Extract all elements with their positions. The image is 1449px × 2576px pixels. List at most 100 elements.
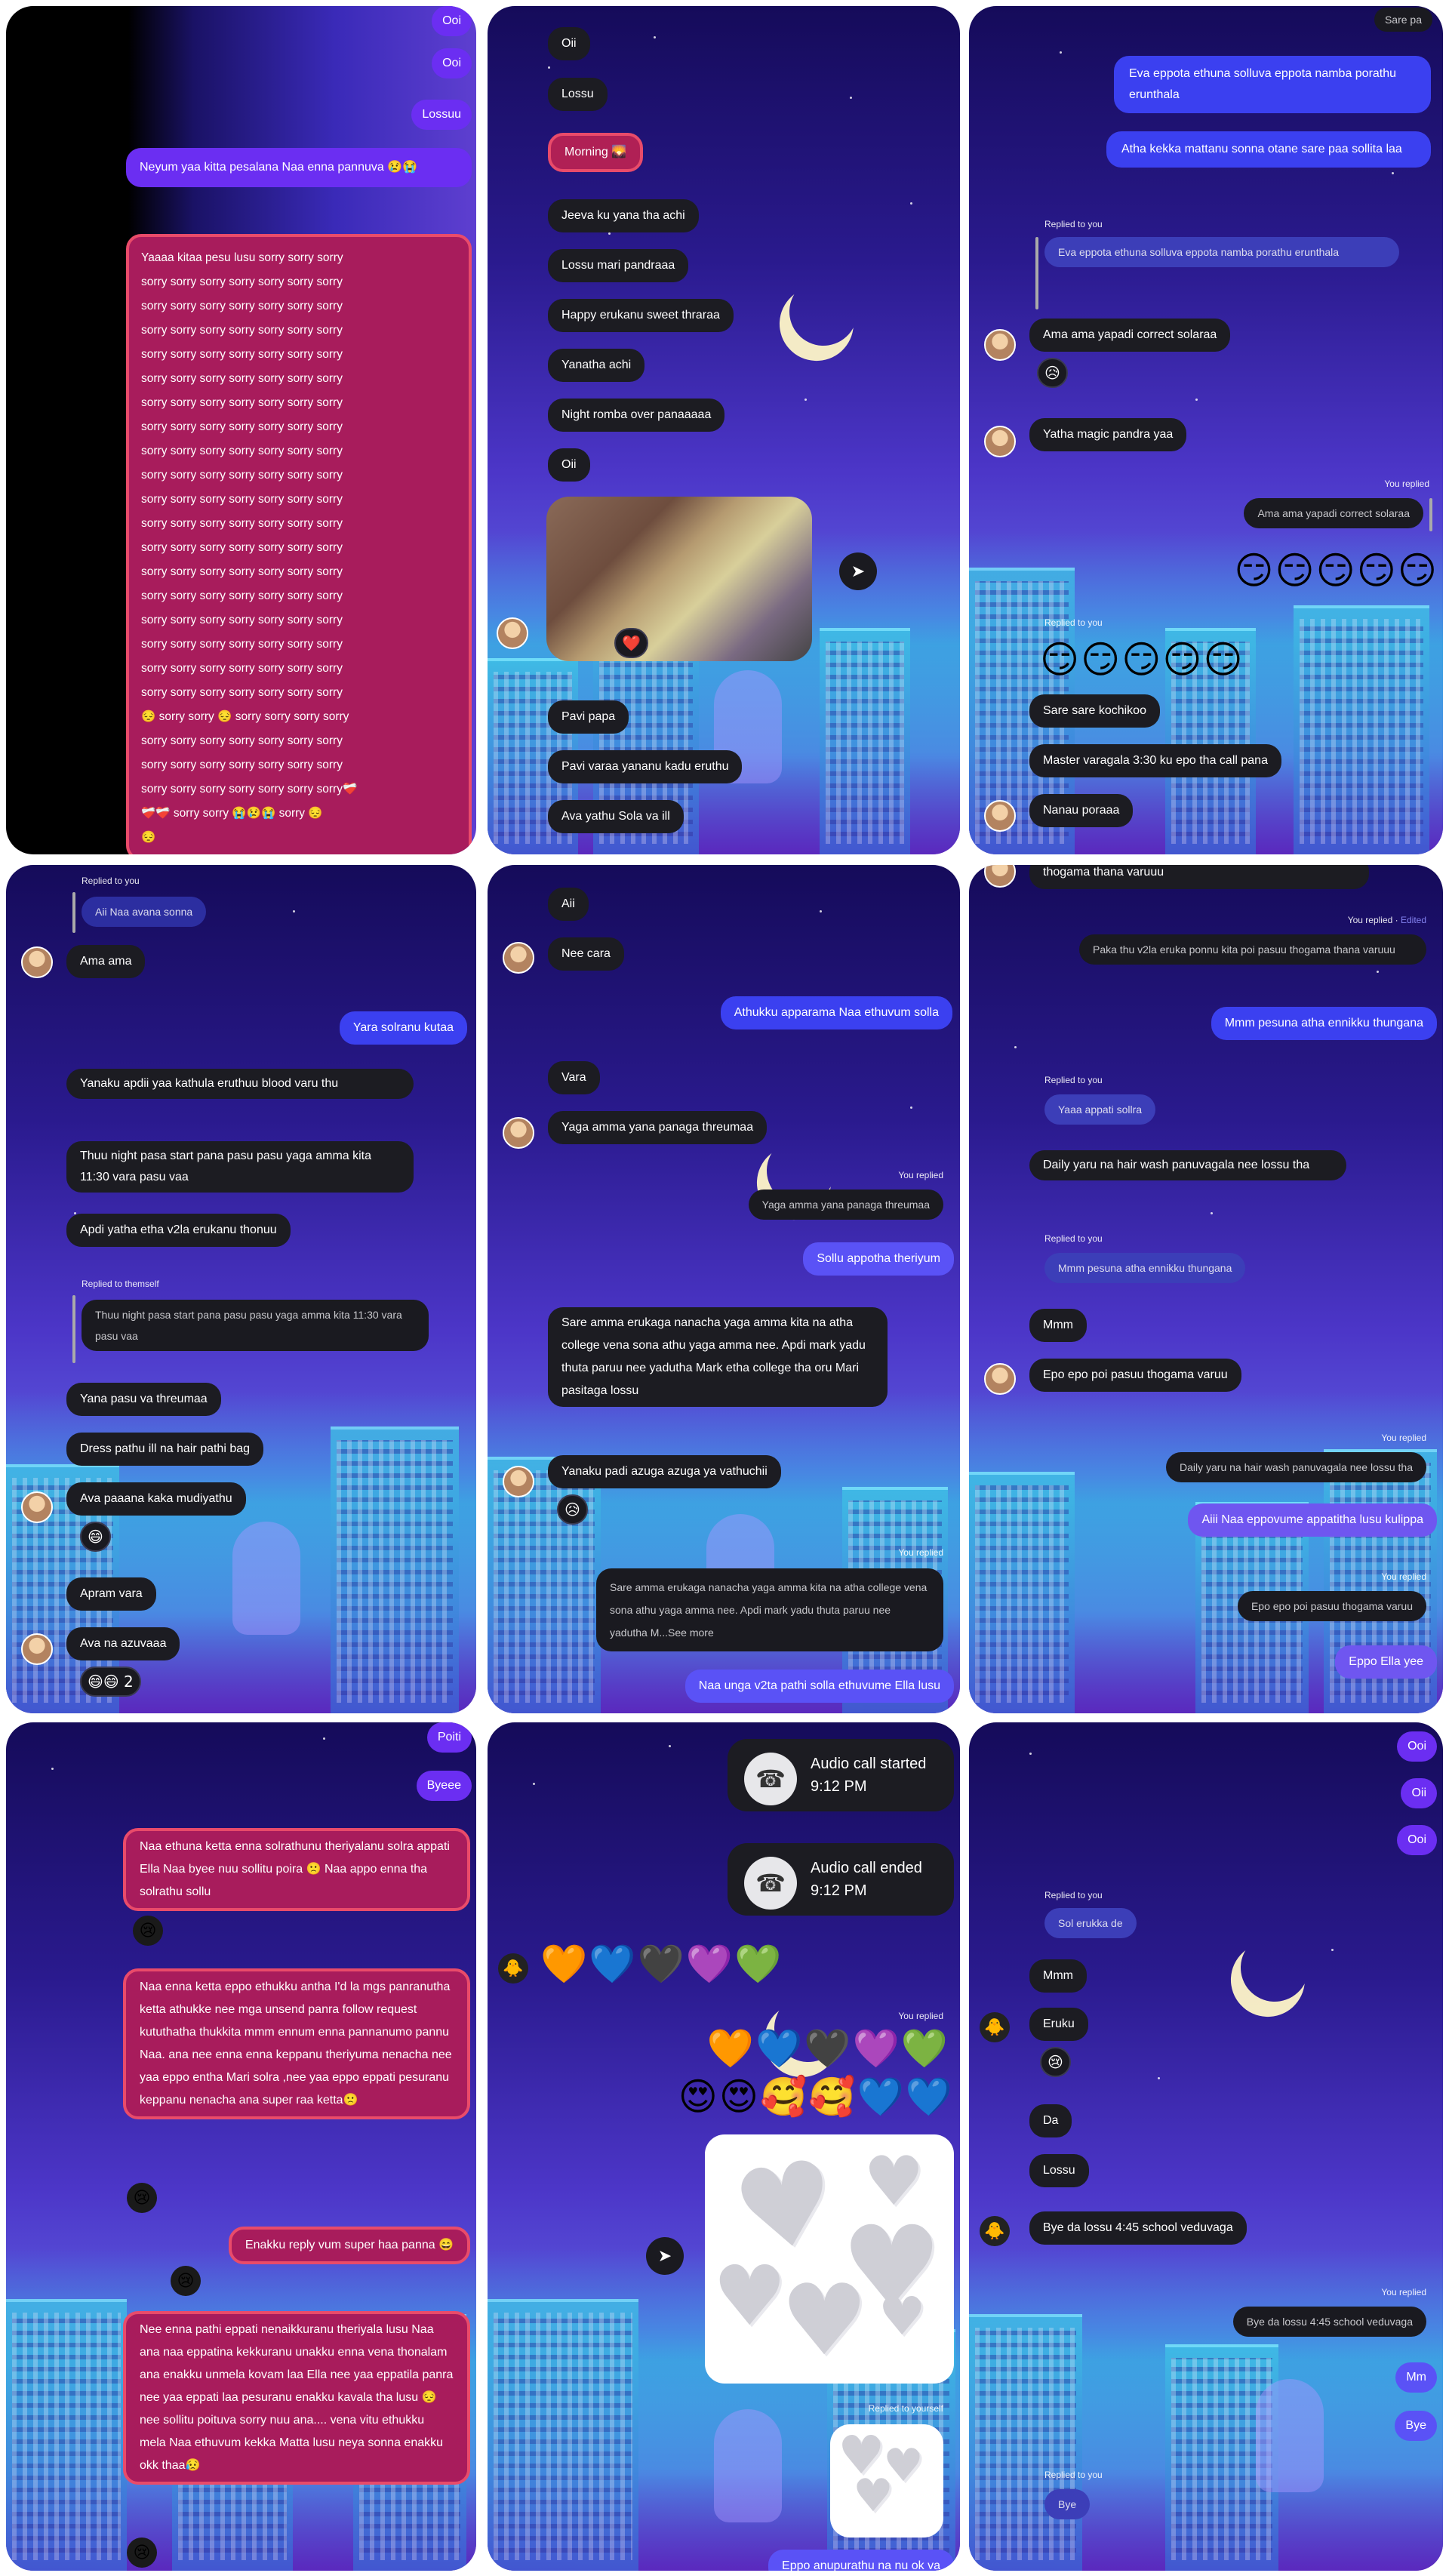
- message-bubble[interactable]: Yara solranu kutaa: [339, 1011, 467, 1045]
- message-bubble[interactable]: Ooi: [1397, 1731, 1437, 1762]
- heart-sticker-small[interactable]: ♥ ♥ ♥: [830, 2424, 943, 2538]
- message-bubble[interactable]: Sare pa: [1374, 8, 1432, 32]
- reaction-avatar[interactable]: 😢: [133, 1916, 163, 1946]
- message-bubble[interactable]: Athukku apparama Naa ethuvum solla: [720, 996, 952, 1029]
- message-bubble[interactable]: Naa ethuna ketta enna solrathunu theriya…: [123, 1828, 470, 1911]
- quoted-message[interactable]: Sol erukka de: [1044, 1908, 1137, 1938]
- message-bubble[interactable]: Poiti: [426, 1722, 472, 1753]
- quoted-message[interactable]: Bye da lossu 4:45 school veduvaga: [1232, 2307, 1426, 2337]
- message-bubble[interactable]: Night romba over panaaaaa: [548, 399, 725, 432]
- message-bubble[interactable]: Lossu: [548, 78, 608, 111]
- message-bubble[interactable]: Eruku: [1029, 2008, 1088, 2041]
- message-bubble[interactable]: Apdi yatha etha v2la erukanu thonuu: [66, 1214, 291, 1247]
- avatar[interactable]: 🐥: [980, 2012, 1010, 2042]
- reaction[interactable]: 😥: [1037, 358, 1068, 388]
- message-bubble[interactable]: Ava paaana kaka mudiyathu: [66, 1482, 246, 1516]
- quoted-message[interactable]: Epo epo poi pasuu thogama varuu: [1237, 1591, 1426, 1621]
- heart-sticker[interactable]: ♥ ♥ ♥ ♥ ♥ ♥: [705, 2134, 954, 2384]
- message-bubble[interactable]: Morning 🌄: [548, 133, 644, 172]
- message-bubble[interactable]: Sollu appotha theriyum: [803, 1242, 954, 1276]
- avatar[interactable]: [503, 1466, 534, 1497]
- message-bubble[interactable]: Sare amma erukaga nanacha yaga amma kita…: [548, 1307, 888, 1407]
- message-bubble[interactable]: Daily yaru na hair wash panuvagala nee l…: [1029, 1150, 1346, 1180]
- message-bubble[interactable]: Mm: [1395, 2362, 1437, 2393]
- message-bubble[interactable]: Bye: [1395, 2411, 1437, 2441]
- reaction-avatar[interactable]: 😢: [171, 2266, 201, 2296]
- reaction[interactable]: 😥: [557, 1494, 588, 1525]
- reaction[interactable]: 😄😄 2: [80, 1667, 141, 1697]
- message-bubble[interactable]: Eva eppota ethuna solluva eppota namba p…: [1114, 56, 1431, 113]
- message-bubble[interactable]: Ama ama yapadi correct solaraa: [1029, 319, 1231, 352]
- shared-photo[interactable]: [546, 497, 812, 661]
- message-bubble[interactable]: Aii: [548, 888, 589, 921]
- message-bubble[interactable]: Oii: [548, 27, 590, 60]
- message-bubble[interactable]: Ava yathu Sola va ill: [548, 800, 684, 833]
- quoted-message[interactable]: Aii Naa avana sonna: [82, 897, 207, 927]
- message-bubble[interactable]: thogama thana varuuu: [1029, 865, 1369, 889]
- message-bubble[interactable]: Neyum yaa kitta pesalana Naa enna pannuv…: [126, 148, 472, 187]
- emoji-message[interactable]: 😏😏😏😏😏: [1040, 637, 1244, 682]
- avatar[interactable]: [21, 1491, 53, 1523]
- message-bubble[interactable]: Mmm: [1029, 1309, 1087, 1342]
- avatar[interactable]: 🐥: [980, 2216, 1010, 2246]
- reaction[interactable]: 😢: [1040, 2047, 1071, 2077]
- reaction-avatar[interactable]: 😢: [127, 2538, 157, 2568]
- call-started-card[interactable]: ☎ Audio call started 9:12 PM: [728, 1739, 954, 1811]
- emoji-message[interactable]: 😏😏😏😏😏: [1234, 548, 1438, 593]
- call-ended-card[interactable]: ☎ Audio call ended 9:12 PM: [728, 1843, 954, 1916]
- message-bubble[interactable]: Thuu night pasa start pana pasu pasu yag…: [66, 1141, 414, 1193]
- quoted-message[interactable]: Mmm pesuna atha ennikku thungana: [1044, 1253, 1246, 1283]
- reaction[interactable]: 😄: [80, 1522, 111, 1552]
- message-bubble[interactable]: Happy erukanu sweet thraraa: [548, 299, 734, 332]
- message-bubble[interactable]: Sare sare kochikoo: [1029, 694, 1160, 728]
- avatar[interactable]: [984, 1363, 1016, 1395]
- message-bubble[interactable]: Bye da lossu 4:45 school veduvaga: [1029, 2211, 1247, 2245]
- quoted-message[interactable]: Eva eppota ethuna solluva eppota namba p…: [1044, 237, 1399, 267]
- message-bubble[interactable]: Lossuu: [411, 100, 472, 130]
- message-bubble[interactable]: Eppo Ella yee: [1335, 1645, 1437, 1679]
- message-bubble[interactable]: Yaga amma yana panaga threumaa: [548, 1111, 768, 1144]
- message-bubble[interactable]: Lossu mari pandraaa: [548, 249, 689, 282]
- message-bubble-sorry[interactable]: Yaaaa kitaa pesu lusu sorry sorry sorry …: [126, 234, 472, 854]
- message-bubble[interactable]: Epo epo poi pasuu thogama varuu: [1029, 1359, 1241, 1392]
- message-bubble[interactable]: Mmm: [1029, 1959, 1087, 1993]
- message-bubble[interactable]: Eppo anupurathu na nu ok va: [768, 2550, 954, 2571]
- quoted-message[interactable]: Yaaa appati sollra: [1044, 1094, 1156, 1125]
- message-bubble[interactable]: Naa enna ketta eppo ethukku antha I'd la…: [123, 1968, 470, 2119]
- message-bubble[interactable]: Yatha magic pandra yaa: [1029, 418, 1187, 451]
- avatar[interactable]: [21, 1633, 53, 1665]
- quoted-message[interactable]: Bye: [1044, 2489, 1091, 2519]
- message-bubble[interactable]: Naa unga v2ta pathi solla ethuvume Ella …: [685, 1670, 954, 1703]
- message-bubble[interactable]: Yanaku apdii yaa kathula eruthuu blood v…: [66, 1069, 414, 1099]
- quoted-message[interactable]: Sare amma erukaga nanacha yaga amma kita…: [596, 1568, 943, 1651]
- message-bubble[interactable]: Ava na azuvaaa: [66, 1627, 180, 1660]
- quoted-message[interactable]: Thuu night pasa start pana pasu pasu yag…: [82, 1300, 429, 1351]
- message-bubble[interactable]: Jeeva ku yana tha achi: [548, 199, 699, 232]
- avatar[interactable]: [984, 865, 1016, 888]
- share-icon[interactable]: ➤: [646, 2237, 684, 2275]
- quoted-message[interactable]: Daily yaru na hair wash panuvagala nee l…: [1166, 1452, 1426, 1482]
- message-bubble[interactable]: Ooi: [432, 48, 472, 78]
- message-bubble[interactable]: Oii: [548, 448, 590, 482]
- message-bubble[interactable]: Oii: [1401, 1778, 1437, 1808]
- message-bubble[interactable]: Nanau poraaa: [1029, 794, 1134, 827]
- message-bubble[interactable]: Ooi: [1397, 1825, 1437, 1855]
- quoted-message[interactable]: Yaga amma yana panaga threumaa: [748, 1190, 943, 1220]
- message-bubble[interactable]: Aiii Naa eppovume appatitha lusu kulippa: [1188, 1503, 1437, 1537]
- message-bubble[interactable]: Byeee: [416, 1771, 472, 1801]
- avatar[interactable]: [21, 946, 53, 978]
- message-bubble[interactable]: Ama ama: [66, 945, 146, 978]
- avatar[interactable]: [503, 942, 534, 974]
- message-bubble[interactable]: Yanatha achi: [548, 349, 645, 382]
- message-bubble[interactable]: Nee enna pathi eppati nenaikkuranu theri…: [123, 2311, 470, 2485]
- message-bubble[interactable]: Ooi: [432, 6, 472, 36]
- message-bubble[interactable]: Master varagala 3:30 ku epo tha call pan…: [1029, 744, 1281, 777]
- share-icon[interactable]: ➤: [839, 552, 877, 590]
- message-bubble[interactable]: Yanaku padi azuga azuga ya vathuchii: [548, 1455, 781, 1488]
- message-bubble[interactable]: Dress pathu ill na hair pathi bag: [66, 1433, 264, 1466]
- avatar[interactable]: [503, 1117, 534, 1149]
- avatar[interactable]: [984, 800, 1016, 832]
- message-bubble[interactable]: Vara: [548, 1061, 600, 1094]
- emoji-message[interactable]: 🧡💙🖤💜💚: [540, 1941, 783, 1987]
- avatar[interactable]: [984, 329, 1016, 361]
